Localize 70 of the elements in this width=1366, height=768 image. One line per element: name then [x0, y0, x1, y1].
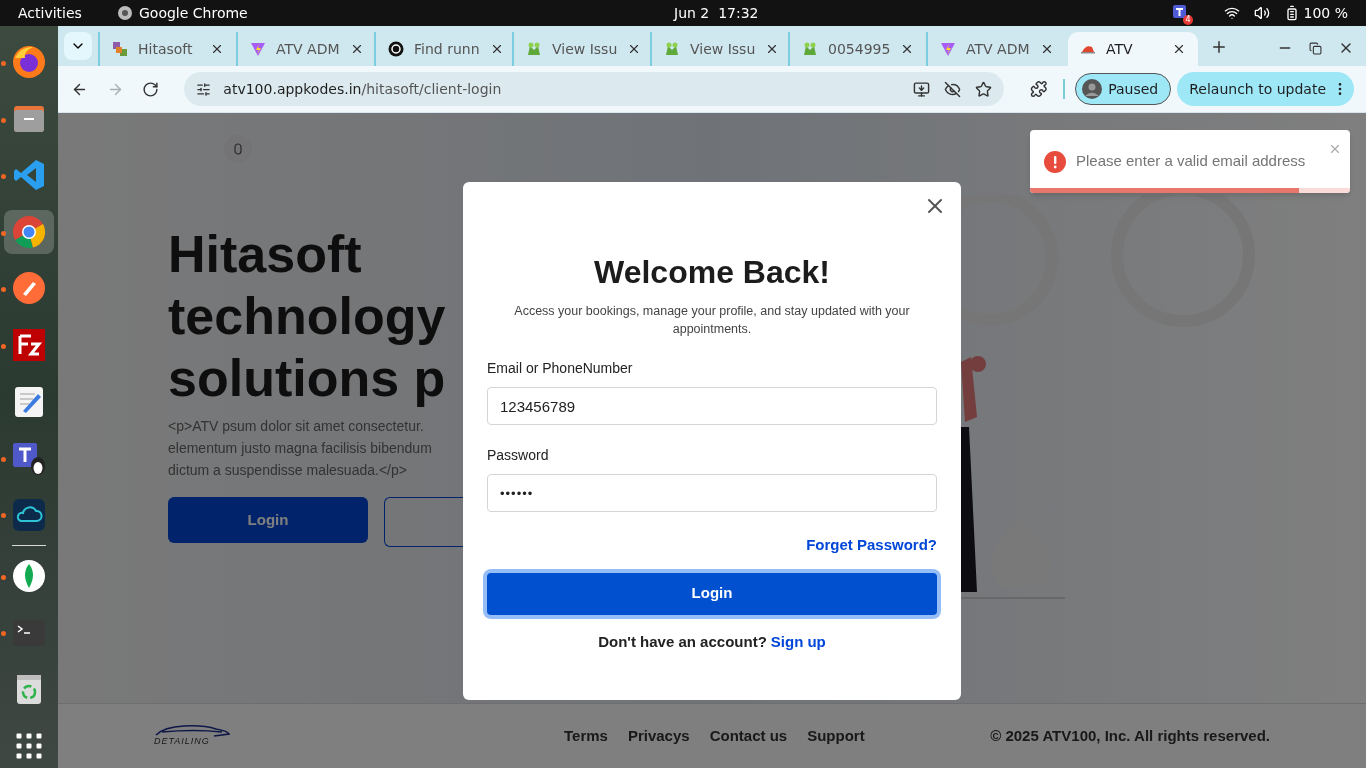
hero-heading: Hitasoft technology solutions p — [168, 224, 446, 409]
chrome-icon — [11, 213, 47, 250]
bug-icon — [526, 41, 542, 57]
notification-badge: 4 — [1183, 15, 1193, 25]
teams-icon — [11, 440, 47, 477]
rocket-icon — [11, 270, 47, 307]
tab-title: View Issu — [690, 39, 756, 59]
logo-text: DETAILING — [154, 735, 210, 749]
clock[interactable]: Jun 2 17:32 — [674, 2, 759, 24]
volume-icon[interactable] — [1253, 5, 1270, 21]
field-label: Password — [487, 446, 550, 465]
tab-search-button[interactable] — [64, 32, 92, 60]
footer-link[interactable]: Privacys — [627, 724, 690, 748]
toast-message: Please enter a valid email address — [1076, 151, 1306, 172]
signup-prompt: Don't have an account? — [598, 631, 767, 652]
lightning-triangle-icon — [250, 41, 266, 57]
new-tab-icon[interactable] — [1210, 38, 1228, 56]
close-icon[interactable] — [1172, 42, 1186, 56]
leaf-icon — [11, 558, 47, 595]
footer-link[interactable]: Terms — [564, 724, 608, 748]
tab-title: ATV ADM — [966, 39, 1030, 59]
battery-level: 100 % — [1303, 3, 1348, 23]
site-settings-icon[interactable] — [196, 81, 212, 97]
restore-icon[interactable] — [1309, 41, 1322, 55]
cloud-app-icon — [11, 496, 47, 533]
dock-item[interactable] — [4, 209, 54, 255]
tab-title: ATV ADM — [276, 39, 340, 59]
ftp-client-icon — [11, 327, 47, 363]
eye-off-icon[interactable] — [943, 80, 961, 98]
firefox-icon — [11, 44, 47, 81]
dialog-subtitle: Access your bookings, manage your profile, and stay updated with your appointments. — [513, 303, 911, 338]
relaunch-button[interactable]: Relaunch to update — [1177, 72, 1354, 106]
browser-tab[interactable]: ATV — [1068, 32, 1198, 66]
tab-title: Hitasoft — [138, 39, 194, 59]
password-field[interactable]: •••••• — [487, 474, 937, 512]
tab-title: View Issu — [552, 39, 618, 59]
copyright: © 2025 ATV100, Inc. All rights reserved. — [990, 725, 1270, 746]
tab-title: ATV — [1106, 39, 1134, 59]
error-icon — [1044, 150, 1066, 173]
field-label: Email or PhoneNumber — [487, 359, 634, 378]
forgot-password-link[interactable]: Forget Password? — [806, 534, 937, 557]
hero-login-button[interactable]: Login — [168, 497, 368, 543]
tab-title: Find runn — [414, 39, 480, 59]
reload-button[interactable] — [140, 80, 161, 98]
hero-paragraph: <p>ATV psum dolor sit amet consectetur. elementum justo magna facilisis bibendum dictum a suspendisse malesuada.</p> — [168, 417, 432, 480]
email-field[interactable]: 123456789 — [487, 387, 937, 425]
install-icon[interactable] — [912, 80, 930, 98]
tab-favicon-icon — [112, 41, 128, 57]
car-icon — [154, 723, 230, 738]
profile-button[interactable]: Paused — [1075, 73, 1172, 105]
signup-link[interactable]: Sign up — [770, 630, 826, 653]
activities-button[interactable]: Activities — [18, 2, 117, 24]
footer-link[interactable]: Contact us — [709, 724, 788, 748]
wifi-icon[interactable] — [1223, 5, 1240, 21]
url-text: atv100.appkodes.in/hitasoft/client-login — [223, 79, 502, 99]
lightning-triangle-icon — [940, 41, 956, 57]
chrome-icon — [117, 5, 133, 21]
tab-title: 0054995 — [828, 39, 891, 59]
footer-link[interactable]: Support — [807, 724, 865, 748]
bug-icon — [802, 41, 818, 57]
bug-icon — [664, 41, 680, 57]
extensions-icon[interactable] — [1029, 80, 1048, 98]
teams-tray-icon[interactable] — [1171, 4, 1188, 20]
bookmark-star-icon[interactable] — [974, 80, 992, 98]
address-bar[interactable]: atv100.appkodes.in/hitasoft/client-login — [184, 72, 1004, 106]
knot-icon — [388, 41, 404, 57]
avatar-icon — [1082, 79, 1103, 99]
app-name[interactable]: Google Chrome — [139, 2, 248, 24]
dialog-title: Welcome Back! — [593, 253, 831, 292]
close-icon[interactable] — [210, 42, 224, 56]
